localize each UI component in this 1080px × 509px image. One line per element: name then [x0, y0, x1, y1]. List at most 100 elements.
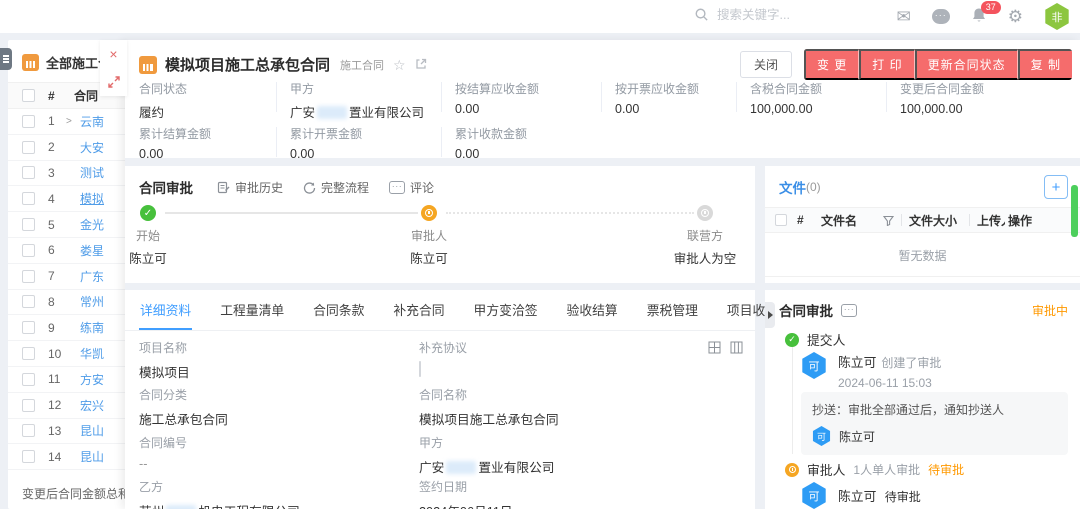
field-settle-receivable: 按结算应收金额 0.00: [441, 80, 601, 121]
submitter-node: ✓ 提交人: [785, 330, 845, 349]
form-contract-no: 合同编号 --: [139, 434, 187, 471]
scrollbar-thumb[interactable]: [1071, 185, 1078, 237]
row-checkbox[interactable]: [22, 192, 35, 205]
party-a-link[interactable]: 广安置业有限公司: [290, 102, 441, 121]
contract-link[interactable]: 练南: [80, 319, 104, 336]
update-status-button[interactable]: 更新合同状态: [915, 49, 1018, 80]
contract-link[interactable]: 常州: [80, 293, 104, 310]
tab-acceptance[interactable]: 验收结算: [566, 290, 619, 330]
row-checkbox[interactable]: [22, 450, 35, 463]
user-avatar[interactable]: 可: [812, 426, 831, 446]
tab-detail[interactable]: 详细资料: [139, 290, 192, 330]
submitter-entry: 可 陈立可创建了审批 2024-06-11 15:03: [801, 352, 941, 390]
files-empty-state: 暂无数据: [765, 233, 1080, 277]
chat-icon[interactable]: ···: [932, 9, 950, 24]
topbar: ✉ ··· 37 ⚙ 非: [0, 0, 1080, 33]
close-panel-icon[interactable]: ×: [100, 40, 127, 68]
app-root: ✉ ··· 37 ⚙ 非 全部施工合同 # 合同 1>云南 2大安 3测试 4模…: [0, 0, 1080, 509]
external-link-icon[interactable]: [415, 58, 427, 72]
collapsed-menu-handle[interactable]: [0, 48, 12, 70]
tab-terms[interactable]: 合同条款: [312, 290, 365, 330]
mail-icon[interactable]: ✉: [897, 8, 911, 25]
sum-footer-label: 变更后合同金额总和:: [22, 485, 133, 502]
notification-badge: 37: [981, 1, 1001, 14]
close-button[interactable]: 关闭: [740, 51, 792, 78]
contract-link[interactable]: 方安: [80, 371, 104, 388]
row-expander-icon[interactable]: >: [66, 116, 78, 127]
detail-tabs: 详细资料 工程量清单 合同条款 补充合同 甲方变洽签 验收结算 票税管理 项目收…: [125, 290, 755, 331]
files-count: (0): [806, 180, 821, 194]
row-checkbox[interactable]: [22, 321, 35, 334]
print-button[interactable]: 打 印: [859, 49, 914, 80]
user-avatar[interactable]: 可: [801, 482, 827, 509]
bell-icon[interactable]: 37: [971, 7, 987, 27]
filter-icon[interactable]: [883, 215, 894, 226]
project-link[interactable]: 模拟项目: [139, 362, 190, 381]
total-invoiced-link[interactable]: 0.00: [290, 147, 441, 161]
grid-view-icon[interactable]: [708, 341, 721, 354]
party-b-link[interactable]: 苏州机电工程有限公司: [139, 501, 300, 509]
redacted-text: [317, 106, 347, 119]
change-button[interactable]: 变 更: [804, 49, 859, 80]
field-tax-amount: 含税合同金额 100,000.00: [736, 80, 886, 121]
full-flow-link[interactable]: 完整流程: [303, 179, 369, 196]
global-search[interactable]: [694, 7, 867, 22]
user-avatar[interactable]: 可: [801, 352, 827, 379]
row-checkbox[interactable]: [22, 399, 35, 412]
pending-clock-icon: [785, 463, 799, 477]
contract-link[interactable]: 广东: [80, 268, 104, 285]
form-party-b: 乙方 苏州机电工程有限公司: [139, 478, 300, 509]
row-checkbox[interactable]: [22, 141, 35, 154]
supplement-checkbox[interactable]: [419, 361, 421, 377]
tab-supplement[interactable]: 补充合同: [392, 290, 445, 330]
contract-link[interactable]: 华凯: [80, 345, 104, 362]
row-checkbox[interactable]: [22, 347, 35, 360]
gear-icon[interactable]: ⚙: [1008, 8, 1023, 25]
total-received-link[interactable]: 0.00: [455, 147, 601, 161]
collapse-panel-handle[interactable]: [765, 302, 775, 328]
row-checkbox[interactable]: [22, 218, 35, 231]
step-start: 开始 陈立可: [78, 227, 218, 267]
field-changed-amount: 变更后合同金额 100,000.00: [886, 80, 1076, 121]
favorite-star-icon[interactable]: ☆: [393, 58, 406, 72]
expand-panel-icon[interactable]: [100, 68, 127, 96]
contract-type-tag: 施工合同: [340, 57, 384, 73]
contract-link[interactable]: 云南: [80, 113, 104, 130]
row-checkbox[interactable]: [22, 295, 35, 308]
files-select-all-checkbox[interactable]: [775, 214, 787, 226]
comment-icon[interactable]: ···: [841, 304, 857, 317]
redacted-text: [446, 461, 476, 474]
contract-link[interactable]: 昆山: [80, 422, 104, 439]
copy-button[interactable]: 复 制: [1018, 49, 1072, 80]
comment-link[interactable]: ··· 评论: [389, 179, 434, 196]
avatar-glyph: 非: [1052, 9, 1063, 25]
contract-link[interactable]: 昆山: [80, 448, 104, 465]
avatar[interactable]: 非: [1044, 3, 1070, 30]
approval-history-link[interactable]: 审批历史: [217, 179, 283, 196]
select-all-checkbox[interactable]: [22, 89, 35, 102]
tab-tax[interactable]: 票税管理: [646, 290, 699, 330]
contract-doc-icon: [139, 56, 157, 74]
row-checkbox[interactable]: [22, 270, 35, 283]
approval-timeline-card: 合同审批 ··· 审批中 ✓ 提交人 可 陈立可创建了审批 2024-06-11…: [765, 290, 1080, 509]
column-view-icon[interactable]: [730, 341, 743, 354]
row-checkbox[interactable]: [22, 115, 35, 128]
search-input[interactable]: [717, 8, 867, 22]
row-checkbox[interactable]: [22, 424, 35, 437]
cc-note-box: 抄送：审批全部通过后，通知抄送人 可 陈立可: [801, 392, 1068, 455]
contract-link[interactable]: 大安: [80, 139, 104, 156]
redacted-text: [166, 505, 196, 509]
contract-link-selected[interactable]: 模拟: [80, 190, 104, 207]
add-file-button[interactable]: +: [1044, 175, 1068, 199]
row-checkbox[interactable]: [22, 373, 35, 386]
tab-boq[interactable]: 工程量清单: [219, 290, 285, 330]
index-column-header: #: [48, 89, 74, 103]
tab-change-sign[interactable]: 甲方变洽签: [473, 290, 539, 330]
contract-link[interactable]: 宏兴: [80, 397, 104, 414]
party-a-link[interactable]: 广安置业有限公司: [419, 457, 555, 476]
contract-link[interactable]: 测试: [80, 164, 104, 181]
files-table-header: # 文件名 文件大小 上传人 操作: [765, 207, 1080, 233]
row-checkbox[interactable]: [22, 244, 35, 257]
form-contract-category: 合同分类 施工总承包合同: [139, 386, 228, 428]
row-checkbox[interactable]: [22, 166, 35, 179]
